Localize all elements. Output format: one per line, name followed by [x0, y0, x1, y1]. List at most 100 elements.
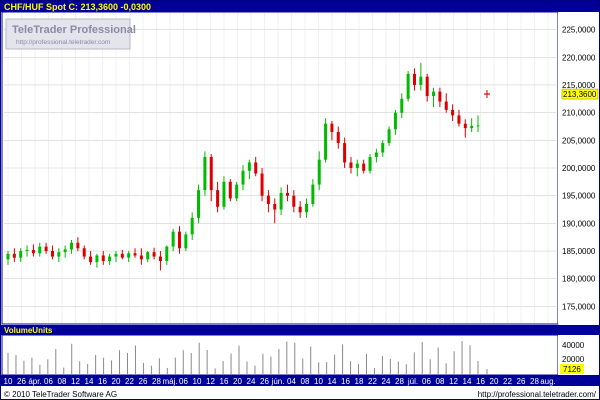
y-tick-label: 195,0000 [562, 192, 596, 201]
y-tick-label: 175,0000 [562, 302, 596, 311]
candle-body [146, 252, 150, 260]
volume-header-bar [1, 325, 599, 335]
candle-body [101, 255, 105, 261]
y-tick-label: 220,0000 [562, 53, 596, 62]
candle-body [228, 181, 232, 199]
candle-body [184, 234, 188, 249]
candle-body [444, 101, 448, 110]
candle-body [158, 256, 162, 261]
candle [197, 184, 201, 224]
x-tick-label: aug. [540, 377, 556, 386]
y-tick-label: 225,0000 [562, 26, 596, 35]
watermark-brand: TeleTrader Professional [12, 24, 136, 36]
candle-body [260, 173, 264, 196]
candle-body [177, 231, 181, 249]
candle-body [152, 252, 156, 257]
candle-body [343, 143, 347, 163]
volume-tick-20000: 20000 [562, 355, 585, 364]
candle-body [425, 76, 429, 97]
x-tick-label: 22 [503, 377, 512, 386]
candle [387, 126, 391, 146]
x-tick-label: 20 [490, 377, 499, 386]
y-tick-label: 215,0000 [562, 81, 596, 90]
x-tick-label: 26 [260, 377, 269, 386]
x-tick-label: 12 [206, 377, 215, 386]
candle [406, 71, 410, 102]
x-tick-label: 08 [436, 377, 445, 386]
y-tick-label: 185,0000 [562, 247, 596, 256]
x-tick-label: jún. [271, 377, 285, 386]
x-tick-label: 16 [341, 377, 350, 386]
x-tick-label: máj. [162, 377, 177, 386]
volume-title: VolumeUnits [4, 326, 53, 335]
candle-body [387, 129, 391, 144]
x-tick-label: ápr. [28, 377, 41, 386]
y-tick-label: 210,0000 [562, 109, 596, 118]
x-tick-label: 08 [58, 377, 67, 386]
candle-body [38, 246, 42, 254]
x-tick-label: 22 [125, 377, 134, 386]
chart-title: CHF/HUF Spot C: 213,3600 -0,0300 [4, 2, 151, 12]
x-tick-label: 20 [112, 377, 121, 386]
x-tick-label: 14 [85, 377, 94, 386]
candle-body [19, 251, 23, 258]
candle-body [114, 253, 118, 257]
candle-body [457, 115, 461, 124]
y-tick-label: 205,0000 [562, 136, 596, 145]
x-tick-label: 28 [395, 377, 404, 386]
candle-body [292, 195, 296, 207]
candle-body [349, 162, 353, 168]
x-tick-label: 16 [98, 377, 107, 386]
candle-body [305, 203, 309, 213]
footer-url: http://professional.teletrader.com/ [478, 390, 597, 399]
x-tick-label: 26 [517, 377, 526, 386]
candle-body [139, 255, 143, 260]
candle-body [406, 73, 410, 99]
candle-body [324, 123, 328, 160]
x-tick-label: 12 [449, 377, 458, 386]
candle-body [197, 190, 201, 218]
y-tick-label: 190,0000 [562, 219, 596, 228]
candle-body [209, 156, 213, 191]
x-tick-label: 08 [301, 377, 310, 386]
x-tick-label: 06 [179, 377, 188, 386]
x-tick-label: 10 [193, 377, 202, 386]
candle-body [285, 192, 289, 196]
candle-body [368, 156, 372, 171]
candle-body [108, 256, 112, 261]
chart-window: CHF/HUF Spot C: 213,3600 -0,0300 TeleTra… [0, 0, 600, 400]
x-tick-label: 04 [287, 377, 296, 386]
x-tick-label: 24 [382, 377, 391, 386]
candle-body [247, 162, 251, 171]
x-tick-label: 06 [422, 377, 431, 386]
footer-copyright: © 2010 TeleTrader Software AG [4, 390, 117, 399]
candle-body [336, 132, 340, 144]
watermark-box: TeleTrader Professional http://professio… [5, 18, 136, 50]
candle-body [89, 256, 93, 263]
x-tick-label: 28 [152, 377, 161, 386]
candle-body [432, 91, 436, 97]
candle-body [298, 206, 302, 213]
last-price-label: 213,3600 [563, 90, 597, 99]
candle-body [133, 253, 137, 256]
volume-last-label: 7126 [563, 365, 581, 374]
candle-body [451, 109, 455, 116]
candle-body [273, 203, 277, 210]
candle [235, 181, 239, 202]
candle-body [6, 253, 10, 260]
candle-body [393, 112, 397, 130]
x-tick-label: júl. [407, 377, 418, 386]
x-tick-label: 24 [247, 377, 256, 386]
candle-body [235, 184, 239, 199]
candle-body [203, 156, 207, 191]
candle-body [82, 248, 86, 257]
candle-body [120, 253, 124, 258]
candle-body [438, 91, 442, 102]
candle-body [25, 249, 29, 252]
candle-body [381, 143, 385, 153]
x-tick-label: 22 [368, 377, 377, 386]
x-tick-label: 14 [463, 377, 472, 386]
candle [203, 151, 207, 196]
candle [184, 231, 188, 252]
candle-body [241, 170, 245, 185]
